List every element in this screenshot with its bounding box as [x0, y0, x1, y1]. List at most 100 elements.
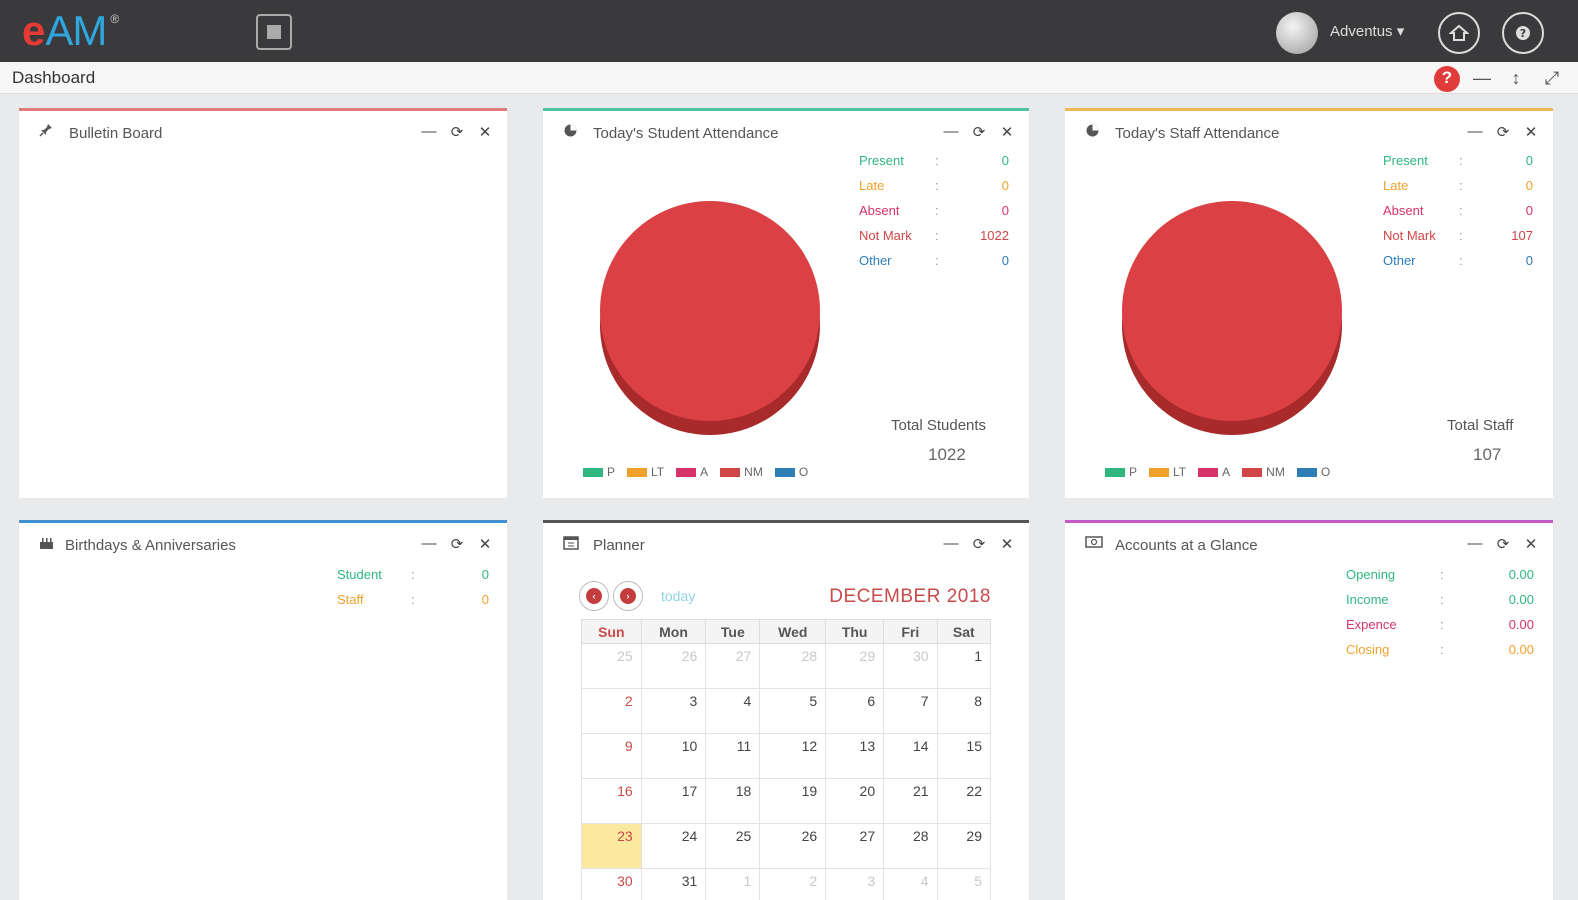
- refresh-icon[interactable]: ⟳: [971, 535, 987, 553]
- calendar-day[interactable]: 15: [936, 733, 992, 779]
- calendar-day[interactable]: 26: [640, 643, 707, 689]
- refresh-icon[interactable]: ⟳: [1495, 535, 1511, 553]
- attendance-stats: Present : 0 Late : 0 Absent : 0 Not Mark…: [1383, 153, 1533, 278]
- minimize-icon[interactable]: —: [421, 123, 437, 141]
- close-icon[interactable]: ✕: [999, 535, 1015, 553]
- calendar-day[interactable]: 26: [759, 823, 827, 869]
- calendar-day[interactable]: 21: [883, 778, 938, 824]
- user-menu[interactable]: Adventus ▾: [1330, 22, 1404, 40]
- next-month-button[interactable]: ›: [613, 581, 643, 611]
- eam-logo[interactable]: e AM ®: [22, 8, 119, 54]
- close-icon[interactable]: ✕: [477, 123, 493, 141]
- page-help-icon[interactable]: ?: [1434, 66, 1460, 92]
- stat-label: Expence: [1346, 617, 1397, 632]
- calendar-day[interactable]: 6: [825, 688, 885, 734]
- calendar-day[interactable]: 27: [705, 643, 761, 689]
- stat-value: 0.00: [1508, 617, 1534, 632]
- panel-header: Birthdays & Anniversaries — ⟳ ✕: [19, 523, 507, 567]
- page-vertical-icon[interactable]: ↕: [1504, 66, 1528, 90]
- today-button[interactable]: today: [661, 588, 695, 604]
- calendar-day[interactable]: 8: [936, 688, 992, 734]
- legend-item: O: [774, 465, 808, 479]
- legend-item: LT: [1149, 465, 1186, 479]
- calendar-day[interactable]: 29: [825, 643, 885, 689]
- stat-absent: Absent : 0: [859, 203, 1009, 228]
- calendar-day[interactable]: 18: [705, 778, 761, 824]
- legend-label: LT: [1173, 465, 1187, 479]
- calendar-day[interactable]: 25: [581, 643, 642, 689]
- calendar-day[interactable]: 16: [581, 778, 642, 824]
- stat-value: 0: [1525, 153, 1533, 168]
- calendar-day[interactable]: 10: [640, 733, 707, 779]
- calendar-day[interactable]: 3: [825, 868, 885, 900]
- close-icon[interactable]: ✕: [477, 535, 493, 553]
- calendar-day[interactable]: 30: [883, 643, 938, 689]
- calendar-day[interactable]: 2: [581, 688, 642, 734]
- calendar-day[interactable]: 31: [640, 868, 707, 900]
- weekday-wed: Wed: [759, 619, 827, 644]
- panel-tools: — ⟳ ✕: [1467, 123, 1539, 141]
- calendar-day[interactable]: 5: [759, 688, 827, 734]
- calendar-day[interactable]: 19: [759, 778, 827, 824]
- money-icon: [1085, 535, 1103, 553]
- weekday-tue: Tue: [705, 619, 761, 644]
- calendar-day[interactable]: 2: [759, 868, 827, 900]
- calendar-day[interactable]: 13: [825, 733, 885, 779]
- calendar-day[interactable]: 27: [825, 823, 885, 869]
- calendar-day[interactable]: 24: [640, 823, 707, 869]
- staff-attendance-pie[interactable]: [1119, 193, 1345, 443]
- calendar-day[interactable]: 22: [936, 778, 992, 824]
- stat-late: Late : 0: [859, 178, 1009, 203]
- stat-value: 0: [481, 592, 489, 607]
- student-attendance-pie[interactable]: [597, 193, 823, 443]
- refresh-icon[interactable]: ⟳: [971, 123, 987, 141]
- page-fullscreen-icon[interactable]: ⤢: [1540, 66, 1564, 90]
- avatar[interactable]: [1276, 12, 1318, 54]
- close-icon[interactable]: ✕: [1523, 535, 1539, 553]
- calendar-day[interactable]: 9: [581, 733, 642, 779]
- calendar-day[interactable]: 14: [883, 733, 938, 779]
- calendar-day[interactable]: 29: [936, 823, 992, 869]
- calendar-day[interactable]: 28: [759, 643, 827, 689]
- calendar-day[interactable]: 28: [883, 823, 938, 869]
- close-icon[interactable]: ✕: [1523, 123, 1539, 141]
- refresh-icon[interactable]: ⟳: [449, 535, 465, 553]
- calendar-day[interactable]: 11: [705, 733, 761, 779]
- refresh-icon[interactable]: ⟳: [449, 123, 465, 141]
- stat-value: 0: [1001, 203, 1009, 218]
- minimize-icon[interactable]: —: [421, 535, 437, 553]
- calendar-day[interactable]: 3: [640, 688, 707, 734]
- stat-not-mark: Not Mark : 107: [1383, 228, 1533, 253]
- help-icon[interactable]: ?: [1502, 12, 1544, 54]
- minimize-icon[interactable]: —: [943, 535, 959, 553]
- calendar-day[interactable]: 20: [825, 778, 885, 824]
- calendar-day[interactable]: 5: [936, 868, 992, 900]
- stat-other: Other : 0: [859, 253, 1009, 278]
- panel-title: Birthdays & Anniversaries: [65, 537, 236, 554]
- prev-month-button[interactable]: ‹: [579, 581, 609, 611]
- refresh-icon[interactable]: ⟳: [1495, 123, 1511, 141]
- stat-value: 107: [1511, 228, 1533, 243]
- stat-colon: :: [1459, 153, 1463, 168]
- home-icon[interactable]: [1438, 12, 1480, 54]
- calendar-day[interactable]: 4: [883, 868, 938, 900]
- page-minimize-icon[interactable]: —: [1470, 66, 1494, 90]
- calendar-day[interactable]: 4: [705, 688, 761, 734]
- calendar-day[interactable]: 7: [883, 688, 938, 734]
- calendar-day[interactable]: 17: [640, 778, 707, 824]
- calendar-day[interactable]: 30: [581, 868, 642, 900]
- calendar-day[interactable]: 1: [705, 868, 761, 900]
- legend-label: LT: [651, 465, 665, 479]
- attendance-legend: P LT A NM O: [1105, 465, 1330, 479]
- minimize-icon[interactable]: —: [943, 123, 959, 141]
- menu-toggle-icon[interactable]: [256, 14, 292, 50]
- calendar-day[interactable]: 12: [759, 733, 827, 779]
- calendar-day[interactable]: 1: [936, 643, 992, 689]
- minimize-icon[interactable]: —: [1467, 123, 1483, 141]
- close-icon[interactable]: ✕: [999, 123, 1015, 141]
- minimize-icon[interactable]: —: [1467, 535, 1483, 553]
- stat-expence: Expence : 0.00: [1346, 617, 1534, 642]
- calendar-day-today[interactable]: 23: [581, 823, 642, 869]
- stat-opening: Opening : 0.00: [1346, 567, 1534, 592]
- calendar-day[interactable]: 25: [705, 823, 761, 869]
